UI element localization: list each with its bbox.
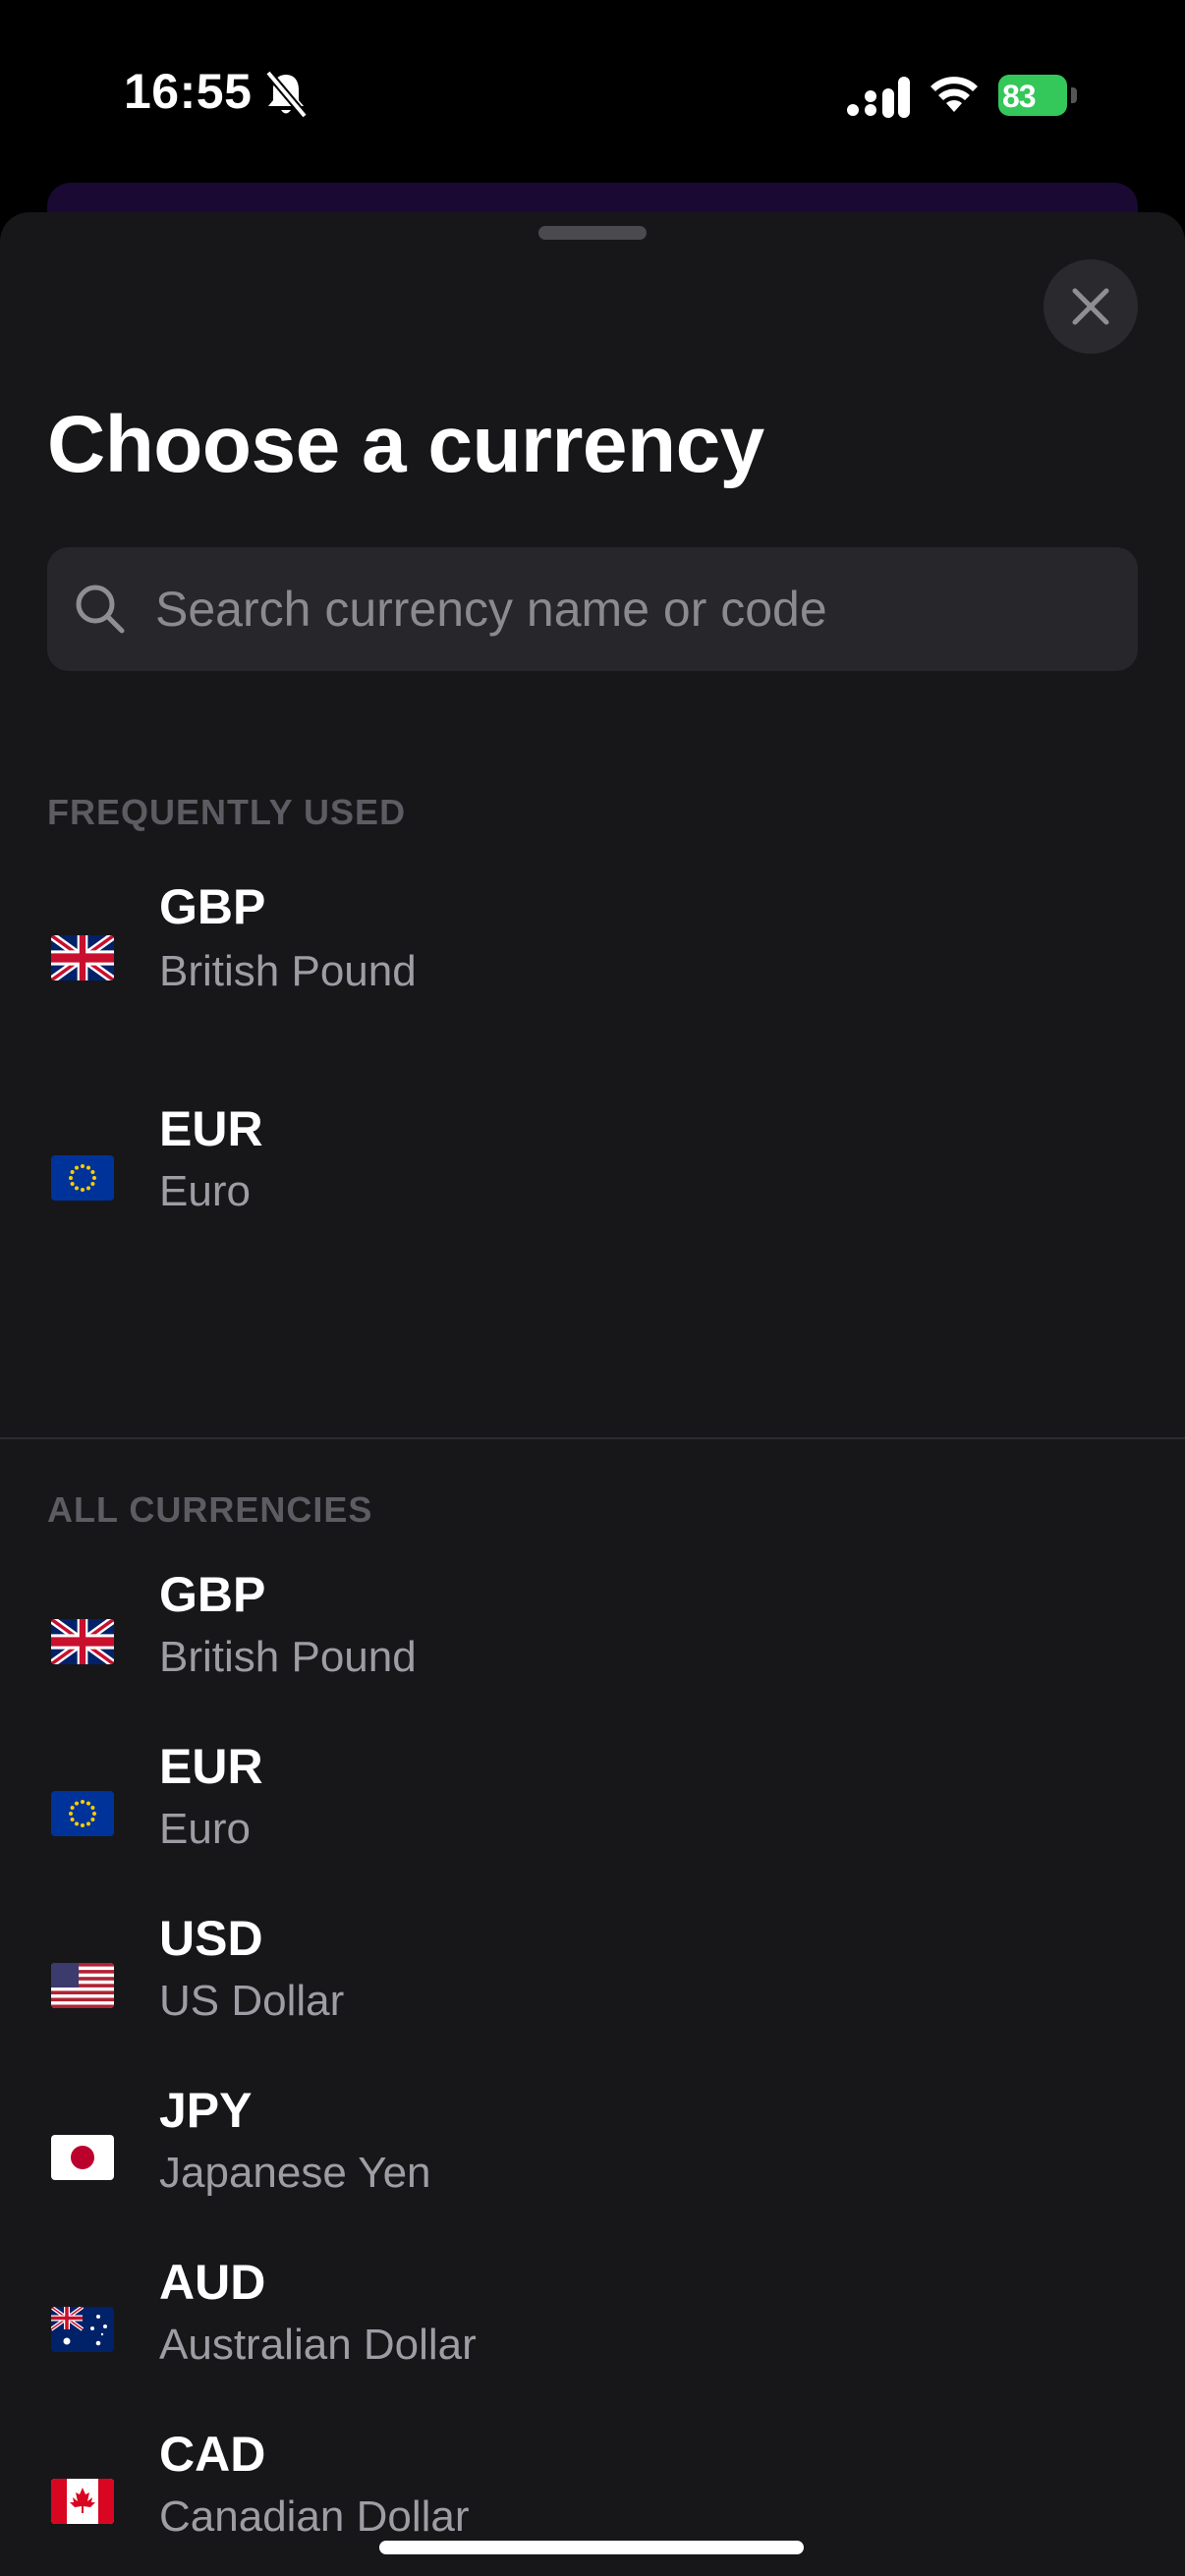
page-title: Choose a currency [47,400,764,489]
currency-code: EUR [159,1101,263,1156]
search-bar[interactable] [47,547,1138,671]
currency-name: British Pound [159,1633,417,1681]
us-flag-icon [51,1963,114,2008]
japan-flag-icon [51,2135,114,2180]
close-button[interactable] [1044,259,1138,354]
currency-row[interactable]: AUD Australian Dollar [0,2246,1185,2418]
currency-name: Australian Dollar [159,2321,477,2369]
uk-flag-icon [51,1619,114,1664]
status-time: 16:55 [124,64,253,119]
currency-sheet: Choose a currency FREQUENTLY USED GBP Br… [0,212,1185,2576]
cellular-signal-icon [847,77,910,118]
eu-flag-icon [51,1791,114,1836]
currency-row[interactable]: JPY Japanese Yen [0,2074,1185,2246]
currency-code: GBP [159,1567,266,1622]
currency-code: EUR [159,1739,263,1794]
currency-name: Japanese Yen [159,2149,431,2197]
currency-row-frequent[interactable]: GBP British Pound [0,870,1185,1057]
wifi-icon [931,77,978,112]
silent-mode-icon [264,70,309,119]
uk-flag-icon [51,935,114,980]
currency-row[interactable]: GBP British Pound [0,1558,1185,1730]
battery-level: 83 [1002,79,1037,114]
currency-name: Canadian Dollar [159,2492,470,2541]
search-icon [76,585,125,634]
status-bar: 16:55 83 [0,0,1185,187]
close-icon [1072,288,1109,325]
currency-code: GBP [159,879,266,934]
currency-code: USD [159,1911,263,1966]
canada-flag-icon [51,2479,114,2524]
australia-flag-icon [51,2307,114,2352]
currency-name: Euro [159,1167,251,1215]
currency-name: British Pound [159,947,417,995]
all-currencies-heading: ALL CURRENCIES [47,1489,373,1530]
currency-code: AUD [159,2255,266,2310]
currency-row[interactable]: EUR Euro [0,1730,1185,1902]
home-indicator[interactable] [379,2541,804,2554]
sheet-grabber[interactable] [538,226,647,240]
currency-row-frequent[interactable]: EUR Euro [0,1091,1185,1277]
frequently-used-heading: FREQUENTLY USED [47,792,407,832]
battery-icon: 83 [998,75,1081,116]
eu-flag-icon [51,1155,114,1201]
currency-code: CAD [159,2427,266,2482]
currency-name: US Dollar [159,1977,345,2025]
currency-code: JPY [159,2083,253,2138]
currency-row[interactable]: USD US Dollar [0,1902,1185,2074]
search-input[interactable] [155,547,1099,671]
section-divider [0,1437,1185,1439]
currency-name: Euro [159,1805,251,1853]
